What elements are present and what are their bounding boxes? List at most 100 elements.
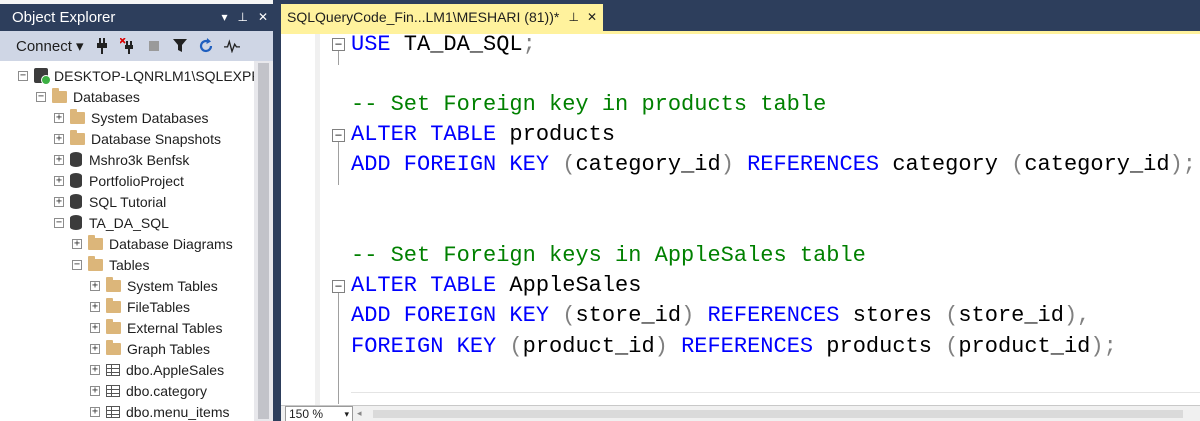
scrollbar-thumb[interactable] [258, 63, 269, 419]
connect-plug-icon[interactable] [94, 37, 110, 55]
tree-node-label: System Databases [91, 109, 209, 126]
tree-node[interactable]: + External Tables [90, 317, 222, 338]
scrollbar-thumb[interactable] [373, 410, 1183, 418]
object-explorer-panel: Object Explorer ▾ ⊥ ✕ Connect ▾ − DESKTOP… [0, 0, 276, 421]
tree-node[interactable]: + dbo.category [90, 380, 207, 401]
expand-icon[interactable]: + [90, 364, 100, 375]
collapse-toggle[interactable]: − [332, 280, 345, 293]
stop-icon[interactable] [146, 37, 162, 55]
sql-punctuation: ( [549, 303, 576, 328]
expand-icon[interactable]: + [90, 301, 100, 312]
sql-keyword: REFERENCES [707, 303, 840, 328]
tree-node[interactable]: + System Tables [90, 275, 218, 296]
code-line-1: USE TA_DA_SQL; [351, 34, 536, 60]
refresh-icon[interactable] [198, 37, 214, 55]
tree-node-label: DESKTOP-LQNRLM1\SQLEXPRES [54, 67, 254, 84]
zoom-select[interactable]: 150 % ▾ [285, 406, 353, 421]
sql-identifier: category [879, 152, 1012, 177]
editor-status-strip: 150 % ▾ ◂ [281, 405, 1200, 421]
dropdown-icon[interactable]: ▾ [221, 4, 227, 31]
folder-icon [88, 234, 103, 250]
tree-node[interactable]: + Graph Tables [90, 338, 210, 359]
connect-button[interactable]: Connect ▾ [16, 37, 84, 55]
tree-node[interactable]: − Tables [72, 254, 149, 275]
pin-icon[interactable]: ⊥ [237, 4, 247, 31]
tree-node-label: dbo.category [126, 382, 207, 399]
tree-node[interactable]: + FileTables [90, 296, 190, 317]
sql-keyword: ADD FOREIGN KEY [351, 303, 550, 328]
collapse-icon[interactable]: − [36, 91, 46, 102]
sql-comment: -- Set Foreign key in products table [351, 92, 827, 117]
sql-identifier: store_id [575, 303, 682, 328]
tree-node-label: TA_DA_SQL [89, 214, 169, 231]
database-icon [70, 152, 82, 167]
code-line-4: ALTER TABLE products [351, 120, 615, 150]
tree-node[interactable]: + dbo.menu_items [90, 401, 230, 421]
filter-icon[interactable] [172, 37, 188, 55]
tree-node[interactable]: + PortfolioProject [54, 170, 184, 191]
tree-node[interactable]: + Database Diagrams [72, 233, 233, 254]
sql-punctuation: ); [1169, 152, 1196, 177]
object-explorer-window-controls: ▾ ⊥ ✕ [221, 4, 268, 31]
table-icon [106, 405, 120, 418]
expand-icon[interactable]: + [72, 238, 82, 249]
expand-icon[interactable]: + [54, 112, 64, 123]
object-explorer-title-bar: Object Explorer ▾ ⊥ ✕ [0, 4, 276, 31]
scroll-left-icon[interactable]: ◂ [357, 408, 362, 419]
tree-node[interactable]: + SQL Tutorial [54, 191, 166, 212]
tree-node-label: Databases [73, 88, 140, 105]
activity-monitor-icon[interactable] [223, 37, 240, 55]
tree-node[interactable]: + Mshro3k Benfsk [54, 149, 189, 170]
collapse-toggle[interactable]: − [332, 38, 345, 51]
object-explorer-title: Object Explorer [12, 9, 116, 26]
tree-node[interactable]: + dbo.AppleSales [90, 359, 224, 380]
sql-keyword: ADD FOREIGN KEY [351, 152, 550, 177]
code-line-10: ADD FOREIGN KEY (store_id) REFERENCES st… [351, 301, 1090, 331]
folder-icon [70, 108, 85, 124]
tree-node[interactable]: − Databases [36, 86, 140, 107]
sql-keyword: ALTER TABLE [351, 122, 497, 147]
query-tab-controls: ⊥ ✕ [568, 4, 597, 31]
server-icon [34, 68, 51, 85]
sql-punctuation: ( [945, 334, 959, 359]
expand-icon[interactable]: + [54, 154, 64, 165]
tree-node-label: External Tables [127, 319, 223, 336]
expand-icon[interactable]: + [90, 385, 100, 396]
sql-keyword: FOREIGN KEY [351, 334, 497, 359]
sql-identifier: products [496, 122, 616, 147]
table-icon [106, 384, 120, 397]
collapse-icon[interactable]: − [72, 259, 82, 270]
expand-icon[interactable]: + [54, 133, 64, 144]
code-editor[interactable]: − − − USE TA_DA_SQL; -- Set Foreign key … [281, 34, 1200, 405]
sql-identifier: products [813, 334, 946, 359]
expand-icon[interactable]: + [54, 196, 64, 207]
tree-node[interactable]: + Database Snapshots [54, 128, 221, 149]
pin-icon[interactable]: ⊥ [568, 4, 578, 31]
expand-icon[interactable]: + [90, 406, 100, 417]
sql-punctuation: ; [522, 34, 536, 57]
expand-icon[interactable]: + [90, 343, 100, 354]
sql-punctuation: ( [549, 152, 576, 177]
sql-punctuation: ), [1063, 303, 1091, 328]
collapse-icon[interactable]: − [18, 70, 28, 81]
horizontal-scrollbar[interactable]: ◂ [357, 408, 1195, 420]
collapse-toggle[interactable]: − [332, 129, 345, 142]
sql-punctuation: ) [681, 303, 708, 328]
chevron-down-icon[interactable]: ▾ [344, 407, 349, 421]
code-line-9: ALTER TABLE AppleSales [351, 271, 641, 301]
close-tab-icon[interactable]: ✕ [587, 4, 597, 31]
sql-identifier: stores [839, 303, 946, 328]
expand-icon[interactable]: + [90, 280, 100, 291]
expand-icon[interactable]: + [54, 175, 64, 186]
tree-node[interactable]: − TA_DA_SQL [54, 212, 169, 233]
tree-node-label: Graph Tables [127, 340, 211, 357]
query-tab[interactable]: SQLQueryCode_Fin...LM1\MESHARI (81))* ⊥ … [281, 4, 603, 31]
disconnect-icon[interactable] [119, 37, 136, 55]
tree-node-label: dbo.menu_items [126, 403, 230, 420]
tree-node[interactable]: − DESKTOP-LQNRLM1\SQLEXPRES [18, 65, 254, 86]
close-icon[interactable]: ✕ [258, 4, 268, 31]
expand-icon[interactable]: + [90, 322, 100, 333]
tree-node[interactable]: + System Databases [54, 107, 209, 128]
collapse-icon[interactable]: − [54, 217, 64, 228]
object-explorer-scrollbar[interactable] [254, 61, 273, 421]
